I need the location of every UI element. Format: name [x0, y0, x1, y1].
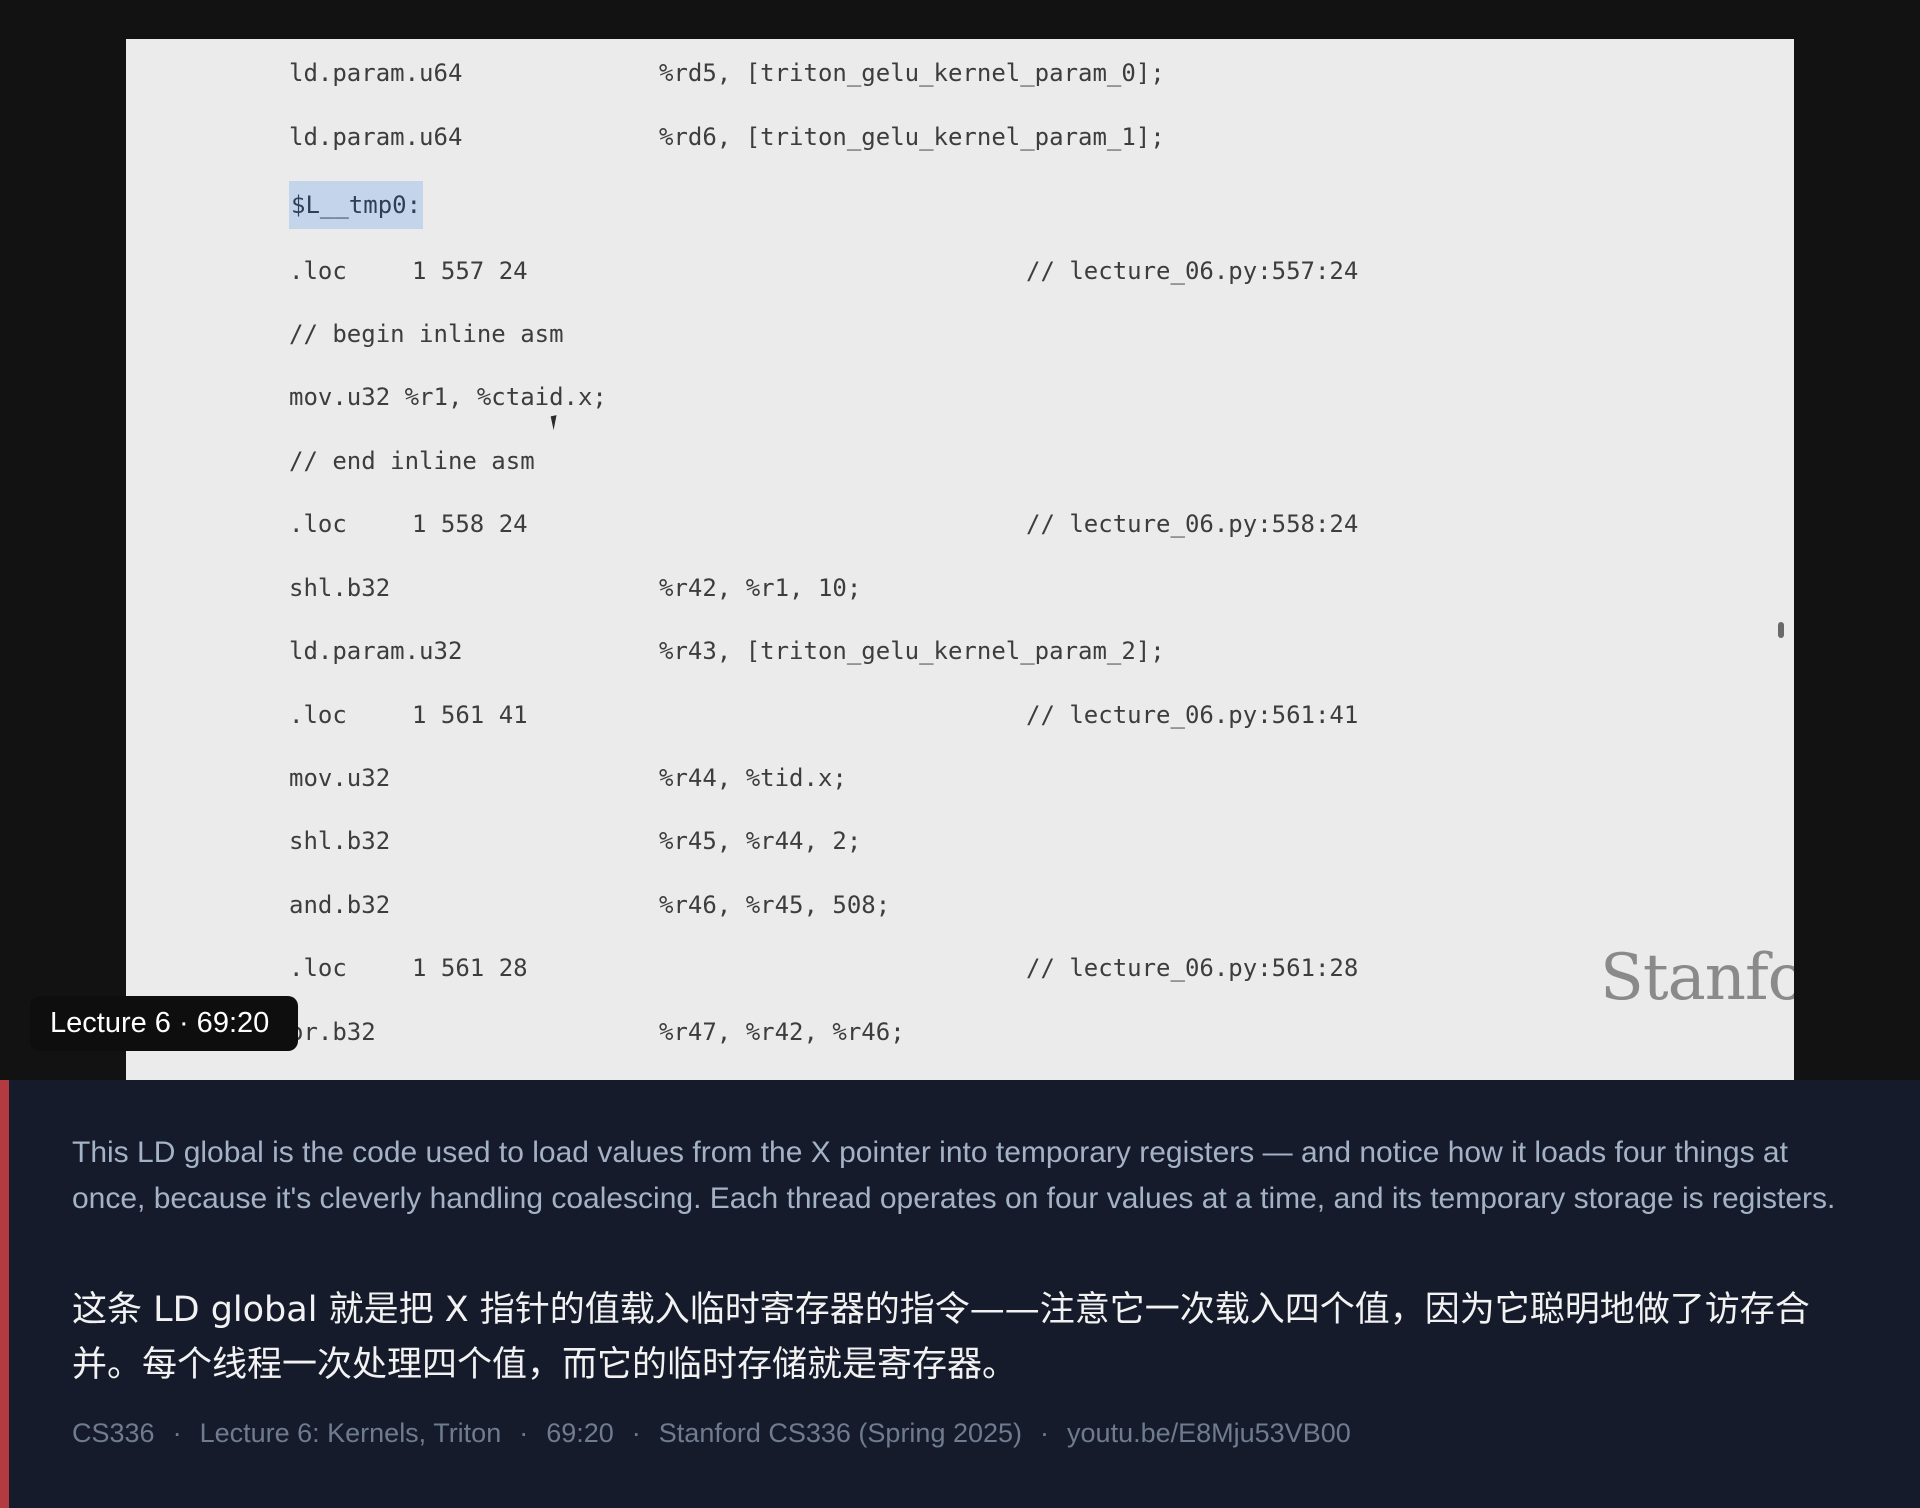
- code-args: %rd5, [triton_gelu_kernel_param_0];: [659, 59, 1165, 87]
- video-frame[interactable]: ld.param.u64 %rd5, [triton_gelu_kernel_p…: [0, 0, 1920, 1080]
- code-args: %r47, %r42, %r46;: [659, 1018, 905, 1046]
- loc-position: 1 557 24: [412, 257, 528, 285]
- code-op: shl.b32: [289, 574, 391, 602]
- accent-bar: [0, 1080, 9, 1508]
- code-line: $L__tmp0:: [289, 181, 424, 229]
- code-line: and.b32 %r46, %r45, 508;: [289, 885, 890, 925]
- code-line: // end inline asm: [289, 441, 535, 481]
- code-comment: // lecture_06.py:561:41: [1026, 701, 1359, 729]
- code-op: ld.param.u64: [289, 59, 463, 87]
- stanford-logo: Stanford: [1600, 941, 1794, 1015]
- meta-time: 69:20: [546, 1418, 614, 1448]
- loc-position: 1 558 24: [412, 510, 528, 538]
- meta-series: Stanford CS336 (Spring 2025): [658, 1418, 1023, 1448]
- code-line: ld.param.u64 %rd6, [triton_gelu_kernel_p…: [289, 117, 1165, 157]
- code-line: .loc 1 558 24 // lecture_06.py:558:24: [289, 504, 1358, 544]
- code-args: %r44, %tid.x;: [659, 764, 847, 792]
- meta-lecture: Lecture 6: Kernels, Triton: [199, 1418, 502, 1448]
- code-text: // begin inline asm: [289, 320, 564, 348]
- source-meta: CS336 · Lecture 6: Kernels, Triton · 69:20 · S…: [72, 1418, 1872, 1449]
- code-args: %rd6, [triton_gelu_kernel_param_1];: [659, 123, 1165, 151]
- loc-position: 1 561 28: [412, 954, 528, 982]
- code-line: or.b32 %r47, %r42, %r46;: [289, 1012, 905, 1052]
- code-line: mov.u32 %r44, %tid.x;: [289, 758, 847, 798]
- english-caption: This LD global is the code used to load …: [72, 1136, 1836, 1215]
- code-op: shl.b32: [289, 827, 391, 855]
- meta-link[interactable]: youtu.be/E8Mju53VB00: [1067, 1418, 1351, 1448]
- highlighted-label: $L__tmp0:: [289, 181, 424, 229]
- loc-position: 1 561 41: [412, 701, 528, 729]
- code-line: shl.b32 %r45, %r44, 2;: [289, 821, 861, 861]
- meta-separator: ·: [631, 1418, 641, 1448]
- code-args: %r46, %r45, 508;: [659, 891, 891, 919]
- code-comment: // lecture_06.py:557:24: [1026, 257, 1359, 285]
- code-op: and.b32: [289, 891, 391, 919]
- code-line: shl.b32 %r42, %r1, 10;: [289, 568, 861, 608]
- lecture-slide: ld.param.u64 %rd5, [triton_gelu_kernel_p…: [126, 39, 1794, 1080]
- meta-separator: ·: [1040, 1418, 1050, 1448]
- code-line: .loc 1 557 24 // lecture_06.py:557:24: [289, 251, 1358, 291]
- code-op: ld.param.u32: [289, 637, 463, 665]
- code-line: // begin inline asm: [289, 314, 564, 354]
- loc-directive: .loc: [289, 510, 347, 538]
- code-args: %r42, %r1, 10;: [659, 574, 862, 602]
- chinese-caption: 这条 LD global 就是把 X 指针的值载入临时寄存器的指令——注意它一次…: [72, 1290, 1810, 1385]
- meta-separator: ·: [172, 1418, 182, 1448]
- code-text: mov.u32 %r1, %ctaid.x;: [289, 383, 607, 411]
- code-comment: // lecture_06.py:561:28: [1026, 954, 1359, 982]
- code-comment: // lecture_06.py:558:24: [1026, 510, 1359, 538]
- loc-directive: .loc: [289, 954, 347, 982]
- timestamp-badge: Lecture 6 · 69:20: [30, 996, 298, 1051]
- code-op: or.b32: [289, 1018, 376, 1046]
- code-text: // end inline asm: [289, 447, 535, 475]
- meta-course: CS336: [72, 1418, 155, 1448]
- meta-separator: ·: [519, 1418, 529, 1448]
- code-line: .loc 1 561 41 // lecture_06.py:561:41: [289, 695, 1358, 735]
- code-line: mov.u32 %r1, %ctaid.x;: [289, 377, 607, 417]
- mouse-cursor-icon: [550, 413, 566, 431]
- scrollbar-thumb[interactable]: [1778, 622, 1784, 638]
- code-op: mov.u32: [289, 764, 391, 792]
- code-line: ld.param.u32 %r43, [triton_gelu_kernel_p…: [289, 631, 1165, 671]
- code-line: ld.param.u64 %rd5, [triton_gelu_kernel_p…: [289, 53, 1165, 93]
- code-args: %r43, [triton_gelu_kernel_param_2];: [659, 637, 1165, 665]
- caption-panel: This LD global is the code used to load …: [0, 1080, 1920, 1508]
- loc-directive: .loc: [289, 701, 347, 729]
- loc-directive: .loc: [289, 257, 347, 285]
- code-line: .loc 1 561 28 // lecture_06.py:561:28: [289, 948, 1358, 988]
- code-op: ld.param.u64: [289, 123, 463, 151]
- code-args: %r45, %r44, 2;: [659, 827, 862, 855]
